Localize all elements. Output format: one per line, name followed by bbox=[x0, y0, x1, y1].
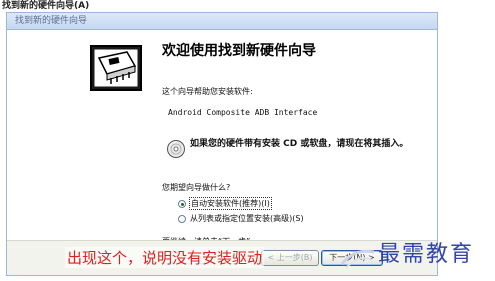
radio-selected-icon[interactable] bbox=[178, 199, 186, 208]
option-auto-install[interactable]: 自动安装软件(推荐)(I) bbox=[178, 197, 272, 210]
option-label: 从列表或指定位置安装(高级)(S) bbox=[190, 214, 304, 223]
wizard-heading: 欢迎使用找到新硬件向导 bbox=[162, 43, 316, 59]
option-label: 自动安装软件(推荐)(I) bbox=[189, 197, 272, 210]
question-text: 您期望向导做什么? bbox=[162, 183, 231, 192]
back-button[interactable]: < 上一步(B) bbox=[261, 250, 319, 266]
intro-text: 这个向导帮助您安装软件: bbox=[162, 87, 253, 96]
radio-unselected-icon[interactable] bbox=[178, 214, 186, 223]
cd-note: 如果您的硬件带有安装 CD 或软盘，请现在将其插入。 bbox=[190, 139, 409, 149]
wizard-side-panel bbox=[7, 30, 152, 241]
option-manual-install[interactable]: 从列表或指定位置安装(高级)(S) bbox=[178, 213, 304, 224]
wizard-window: 找到新的硬件向导 欢迎使用找到新硬件向导 这个向导帮助您安装软件: Androi… bbox=[6, 12, 438, 276]
window-title: 找到新的硬件向导 bbox=[7, 13, 437, 30]
hardware-card-icon bbox=[90, 45, 142, 91]
annotation-overlay: 出现这个，说明没有安装驱动 bbox=[65, 247, 265, 268]
wizard-content: 欢迎使用找到新硬件向导 这个向导帮助您安装软件: Android Composi… bbox=[152, 30, 437, 246]
watermark-logo-icon bbox=[340, 249, 375, 269]
watermark-text: 最需教育 bbox=[378, 242, 475, 267]
device-name: Android Composite ADB Interface bbox=[168, 108, 318, 117]
cd-icon bbox=[167, 140, 185, 158]
page-caption: 找到新的硬件向导(A) bbox=[2, 1, 90, 11]
